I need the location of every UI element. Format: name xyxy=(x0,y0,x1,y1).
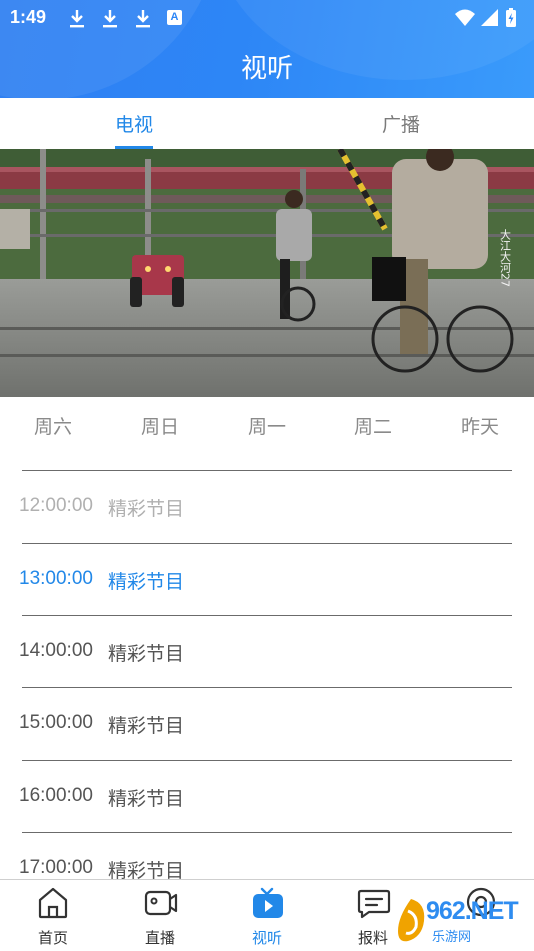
program-name: 精彩节目 xyxy=(108,498,185,520)
schedule-row[interactable]: 13:00:00 精彩节目 xyxy=(0,543,534,615)
video-frame: 大江大河27 xyxy=(0,149,534,397)
app-header: 1:49 A 视听 xyxy=(0,0,534,98)
nav-live[interactable]: 直播 xyxy=(120,880,200,951)
home-icon xyxy=(38,887,68,919)
page-title: 视听 xyxy=(240,54,293,84)
message-icon xyxy=(357,889,391,919)
schedule-row[interactable]: 12:00:00 精彩节目 xyxy=(0,470,534,542)
program-time: 12:00:00 xyxy=(19,495,93,516)
site-watermark: 962.NET 乐游网 xyxy=(394,893,530,949)
tab-radio[interactable]: 广播 xyxy=(341,110,461,137)
schedule-row[interactable]: 14:00:00 精彩节目 xyxy=(0,615,534,687)
divider xyxy=(22,687,512,688)
a-badge-icon: A xyxy=(167,10,182,25)
day-tab[interactable]: 周六 xyxy=(13,412,93,439)
divider xyxy=(22,615,512,616)
nav-label: 首页 xyxy=(37,929,68,947)
program-name: 精彩节目 xyxy=(108,715,185,737)
divider xyxy=(22,832,512,833)
battery-icon xyxy=(506,8,516,27)
signal-icon xyxy=(481,9,498,26)
nav-label: 直播 xyxy=(144,929,175,947)
status-bar: 1:49 A xyxy=(0,0,534,36)
day-tab[interactable]: 周日 xyxy=(120,412,200,439)
program-name: 精彩节目 xyxy=(108,571,185,593)
schedule-row[interactable]: 16:00:00 精彩节目 xyxy=(0,760,534,832)
divider xyxy=(22,760,512,761)
watermark-logo-icon xyxy=(398,899,425,942)
video-overlay-text: 大江大河27 xyxy=(499,228,512,287)
video-player[interactable]: 大江大河27 xyxy=(0,149,534,397)
download-icon xyxy=(136,10,150,28)
camera-icon xyxy=(144,890,178,916)
program-time: 13:00:00 xyxy=(19,568,93,589)
system-status-icons xyxy=(455,8,516,27)
program-time: 17:00:00 xyxy=(19,857,93,878)
program-time: 15:00:00 xyxy=(19,712,93,733)
program-name: 精彩节目 xyxy=(108,788,185,810)
wifi-icon xyxy=(455,9,475,26)
divider xyxy=(22,543,512,544)
program-time: 16:00:00 xyxy=(19,785,93,806)
nav-label: 视听 xyxy=(251,929,282,947)
tv-icon xyxy=(253,887,283,918)
program-time: 14:00:00 xyxy=(19,640,93,661)
day-tab[interactable]: 周二 xyxy=(333,412,413,439)
nav-home[interactable]: 首页 xyxy=(13,880,93,951)
nav-audio-video[interactable]: 视听 xyxy=(227,880,307,951)
download-icon xyxy=(103,10,117,28)
tab-bar: 电视 广播 xyxy=(0,98,534,148)
schedule-row[interactable]: 15:00:00 精彩节目 xyxy=(0,687,534,759)
watermark-subtext: 乐游网 xyxy=(432,930,472,945)
status-time: 1:49 xyxy=(10,7,47,27)
day-tab[interactable]: 昨天 xyxy=(440,412,520,439)
download-icon xyxy=(70,10,84,28)
watermark-text: 962.NET xyxy=(426,897,519,925)
divider xyxy=(22,470,512,471)
day-tab[interactable]: 周一 xyxy=(227,412,307,439)
tab-tv[interactable]: 电视 xyxy=(74,110,194,137)
day-selector: 周六 周日 周一 周二 昨天 xyxy=(0,400,534,450)
program-name: 精彩节目 xyxy=(108,643,185,665)
